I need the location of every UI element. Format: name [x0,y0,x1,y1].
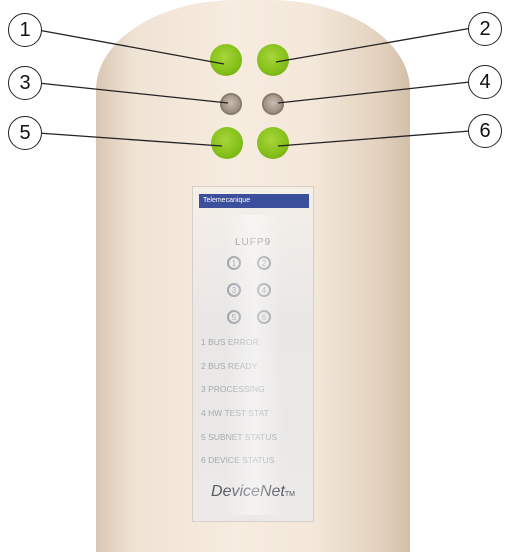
callout-6: 6 [468,114,502,148]
callout-3: 3 [8,66,42,100]
callout-4: 4 [468,65,502,99]
callout-5: 5 [8,116,42,150]
glare-highlight [224,215,284,515]
callout-1: 1 [8,13,42,47]
brand-strip: Telemecanique [199,194,309,208]
callout-2: 2 [468,12,502,46]
